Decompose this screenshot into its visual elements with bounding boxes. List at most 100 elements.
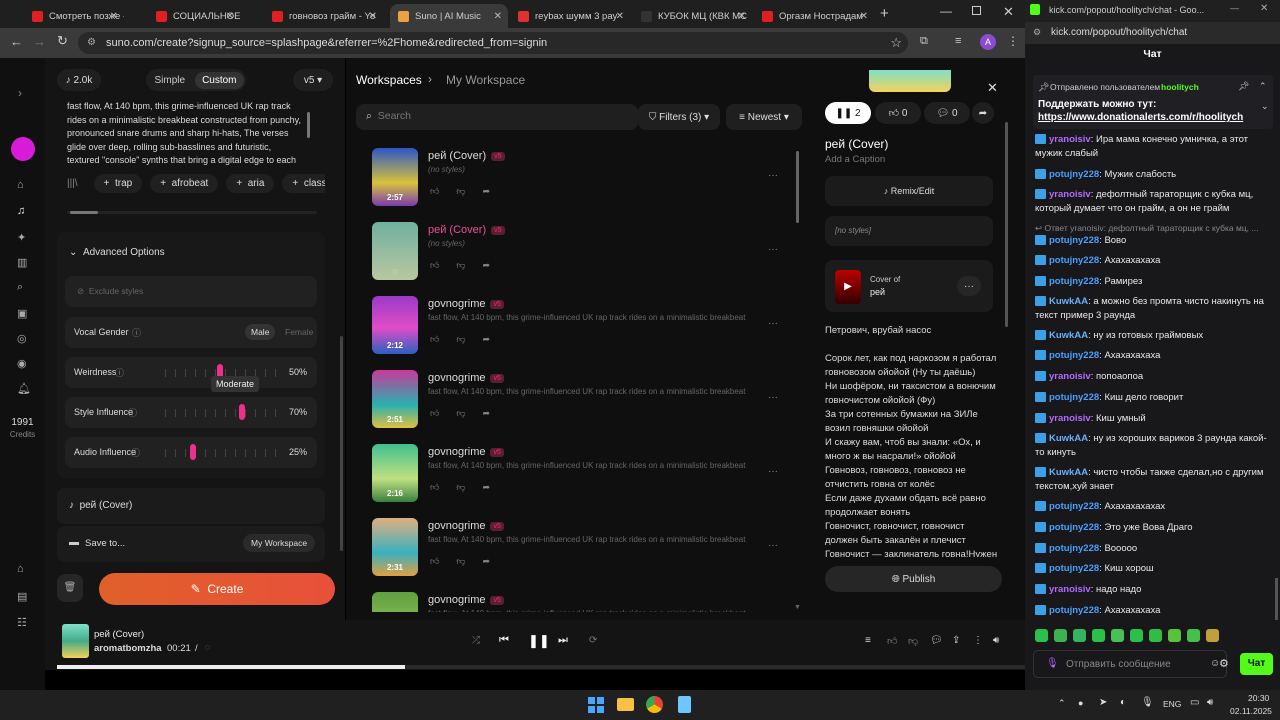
song-share-icon[interactable]: ➦ (483, 556, 491, 567)
song-dislike-icon[interactable]: 👎︎ (456, 260, 465, 271)
song-cover-thumb[interactable] (372, 592, 418, 612)
close-tab-icon[interactable]: ✕ (110, 11, 118, 22)
player-comment-icon[interactable]: 💬︎ (930, 635, 943, 646)
slider-thumb[interactable] (239, 404, 245, 420)
style-influence-info-icon[interactable]: ⓘ (128, 406, 137, 419)
chat-username[interactable]: potujny228 (1049, 276, 1099, 287)
workspace-select-button[interactable]: My Workspace (243, 534, 316, 552)
tags-scroll-track[interactable] (67, 211, 317, 214)
close-tab-icon[interactable]: ✕ (860, 11, 868, 22)
song-more-icon[interactable]: ··· (768, 318, 778, 329)
explore-icon[interactable]: ✦ (17, 231, 26, 244)
song-more-icon[interactable]: ··· (768, 540, 778, 551)
close-tab-icon[interactable]: ✕ (494, 11, 502, 22)
model-version-select[interactable]: v5 ▾ (293, 69, 333, 91)
left-scrollbar[interactable] (340, 336, 343, 551)
browser-tab[interactable]: Смотреть позже - Yo✕ (24, 4, 124, 28)
extensions-icon[interactable]: ⧉ (920, 35, 928, 48)
pause-icon[interactable]: ❚❚ (528, 633, 550, 649)
emote-icon[interactable] (1092, 629, 1105, 642)
vocal-gender-info-icon[interactable]: ⓘ (132, 326, 141, 339)
player-like-icon[interactable]: 👍︎ (887, 635, 897, 647)
previous-icon[interactable]: ⏮︎ (499, 634, 509, 647)
player-dislike-icon[interactable]: 👎︎ (908, 635, 918, 647)
chat-username[interactable]: yranoisiv (1049, 413, 1091, 424)
library-icon[interactable]: ▥ (17, 256, 27, 269)
chat-username[interactable]: yranoisiv (1049, 371, 1091, 382)
weirdness-info-icon[interactable]: ⓘ (115, 366, 124, 379)
style-textarea[interactable]: fast flow, At 140 bpm, this grime-influe… (67, 100, 305, 167)
repeat-icon[interactable]: ⟳ (589, 635, 597, 646)
chrome-icon[interactable] (646, 696, 663, 713)
gift-icon[interactable]: ⌂ (17, 563, 24, 575)
style-scrollbar[interactable] (307, 112, 310, 138)
song-dislike-icon[interactable]: 👎︎ (456, 408, 465, 419)
chat-username[interactable]: potujny228 (1049, 543, 1099, 554)
song-dislike-icon[interactable]: 👎︎ (456, 186, 465, 197)
browser-tab[interactable]: СОЦИАЛЬНОЕ ДНО✕ (148, 4, 240, 28)
home-icon[interactable]: ⌂ (17, 179, 24, 191)
clock-time[interactable]: 20:30 (1248, 693, 1269, 703)
url-input[interactable]: ⚙ suno.com/create?signup_source=splashpa… (78, 32, 908, 54)
emote-icon[interactable] (1054, 629, 1067, 642)
chat-username[interactable]: potujny228 (1049, 392, 1099, 403)
song-title[interactable]: govnogrime (428, 594, 485, 606)
bookmark-star-icon[interactable]: ☆ (890, 32, 902, 54)
chat-username[interactable]: potujny228 (1049, 563, 1099, 574)
breadcrumb-workspaces[interactable]: Workspaces (356, 73, 422, 87)
tags-scroll-thumb[interactable] (70, 211, 98, 214)
audio-influence-info-icon[interactable]: ⓘ (131, 446, 140, 459)
emote-icon[interactable] (1073, 629, 1086, 642)
pinned-collapse-icon[interactable]: ⌃ (1259, 81, 1267, 92)
publish-button[interactable]: 🌐︎ Publish (825, 566, 1002, 592)
browser-tab[interactable]: Оргазм Нострадам ✕ (754, 4, 874, 28)
song-title-field[interactable]: ♪ рей (Cover) (57, 488, 325, 524)
male-option[interactable]: Male (245, 324, 276, 340)
browser-tab[interactable]: КУБОК МЦ (КВК МС ✕ (633, 4, 752, 28)
style-tag-chip[interactable]: + trap (93, 173, 143, 193)
close-tab-icon[interactable]: ✕ (369, 11, 377, 22)
maximize-button[interactable] (972, 6, 981, 15)
tray-app-icon[interactable]: ◐ (1120, 697, 1126, 708)
radio-icon[interactable]: ◉ (17, 357, 27, 370)
chat-username[interactable]: potujny228 (1049, 235, 1099, 246)
advanced-options-toggle[interactable]: ⌄ Advanced Options (69, 247, 165, 258)
chat-send-button[interactable]: Чат (1240, 653, 1273, 675)
emote-icon[interactable] (1187, 629, 1200, 642)
song-title[interactable]: рей (Cover) (428, 150, 486, 162)
shuffle-icon[interactable]: ⤮ (472, 635, 480, 646)
remix-edit-button[interactable]: ♪ Remix/Edit (825, 176, 993, 206)
player-more-icon[interactable]: ⋮ (973, 635, 983, 646)
song-like-icon[interactable]: 👍︎ (430, 408, 439, 419)
new-tab-button[interactable]: + (880, 5, 889, 22)
song-more-icon[interactable]: ··· (768, 244, 778, 255)
cover-of-more-button[interactable]: ··· (957, 276, 981, 296)
chat-username[interactable]: KuwkAA (1049, 296, 1088, 307)
minimize-button[interactable]: — (940, 4, 952, 18)
chat-minimize-icon[interactable]: — (1230, 3, 1239, 13)
song-cover-thumb[interactable]: 2:57 (372, 148, 418, 206)
detail-scrollbar[interactable] (1005, 122, 1008, 327)
song-dislike-icon[interactable]: 👎︎ (456, 556, 465, 567)
progress-track[interactable] (57, 665, 1025, 669)
emote-icon[interactable] (1130, 629, 1143, 642)
song-more-icon[interactable]: ··· (768, 466, 778, 477)
share-button[interactable]: ➦ (972, 102, 994, 124)
style-tag-chip[interactable]: + class (282, 173, 325, 193)
song-row[interactable]: ◌ рей (Cover) v5 (no styles) 👍︎ 👎︎ ➦ ··· (372, 222, 792, 296)
media-icon[interactable]: ≡ (955, 35, 961, 47)
song-like-icon[interactable]: 👍︎ (430, 260, 439, 271)
browser-tab[interactable]: Suno | AI Music ✕ (390, 4, 508, 28)
song-like-icon[interactable]: 👍︎ (430, 482, 439, 493)
hooks-icon[interactable]: ◎ (17, 332, 27, 345)
browser-tab[interactable]: reybax шумм 3 рау ✕ (510, 4, 630, 28)
tray-chevron-icon[interactable]: ⌃ (1058, 698, 1066, 709)
song-search-input[interactable]: ⌕ Search (356, 104, 638, 130)
song-share-icon[interactable]: ➦ (483, 260, 491, 271)
notepad-icon[interactable] (678, 696, 691, 713)
player-artist[interactable]: aromatbomzha (94, 643, 162, 654)
song-cover-thumb[interactable]: 2:31 (372, 518, 418, 576)
song-row[interactable]: 2:51 govnogrime v5 fast flow, At 140 bpm, t… (372, 370, 792, 444)
slider-thumb[interactable] (189, 444, 196, 460)
exclude-styles-input[interactable]: ⊘ Exclude styles (65, 276, 317, 307)
